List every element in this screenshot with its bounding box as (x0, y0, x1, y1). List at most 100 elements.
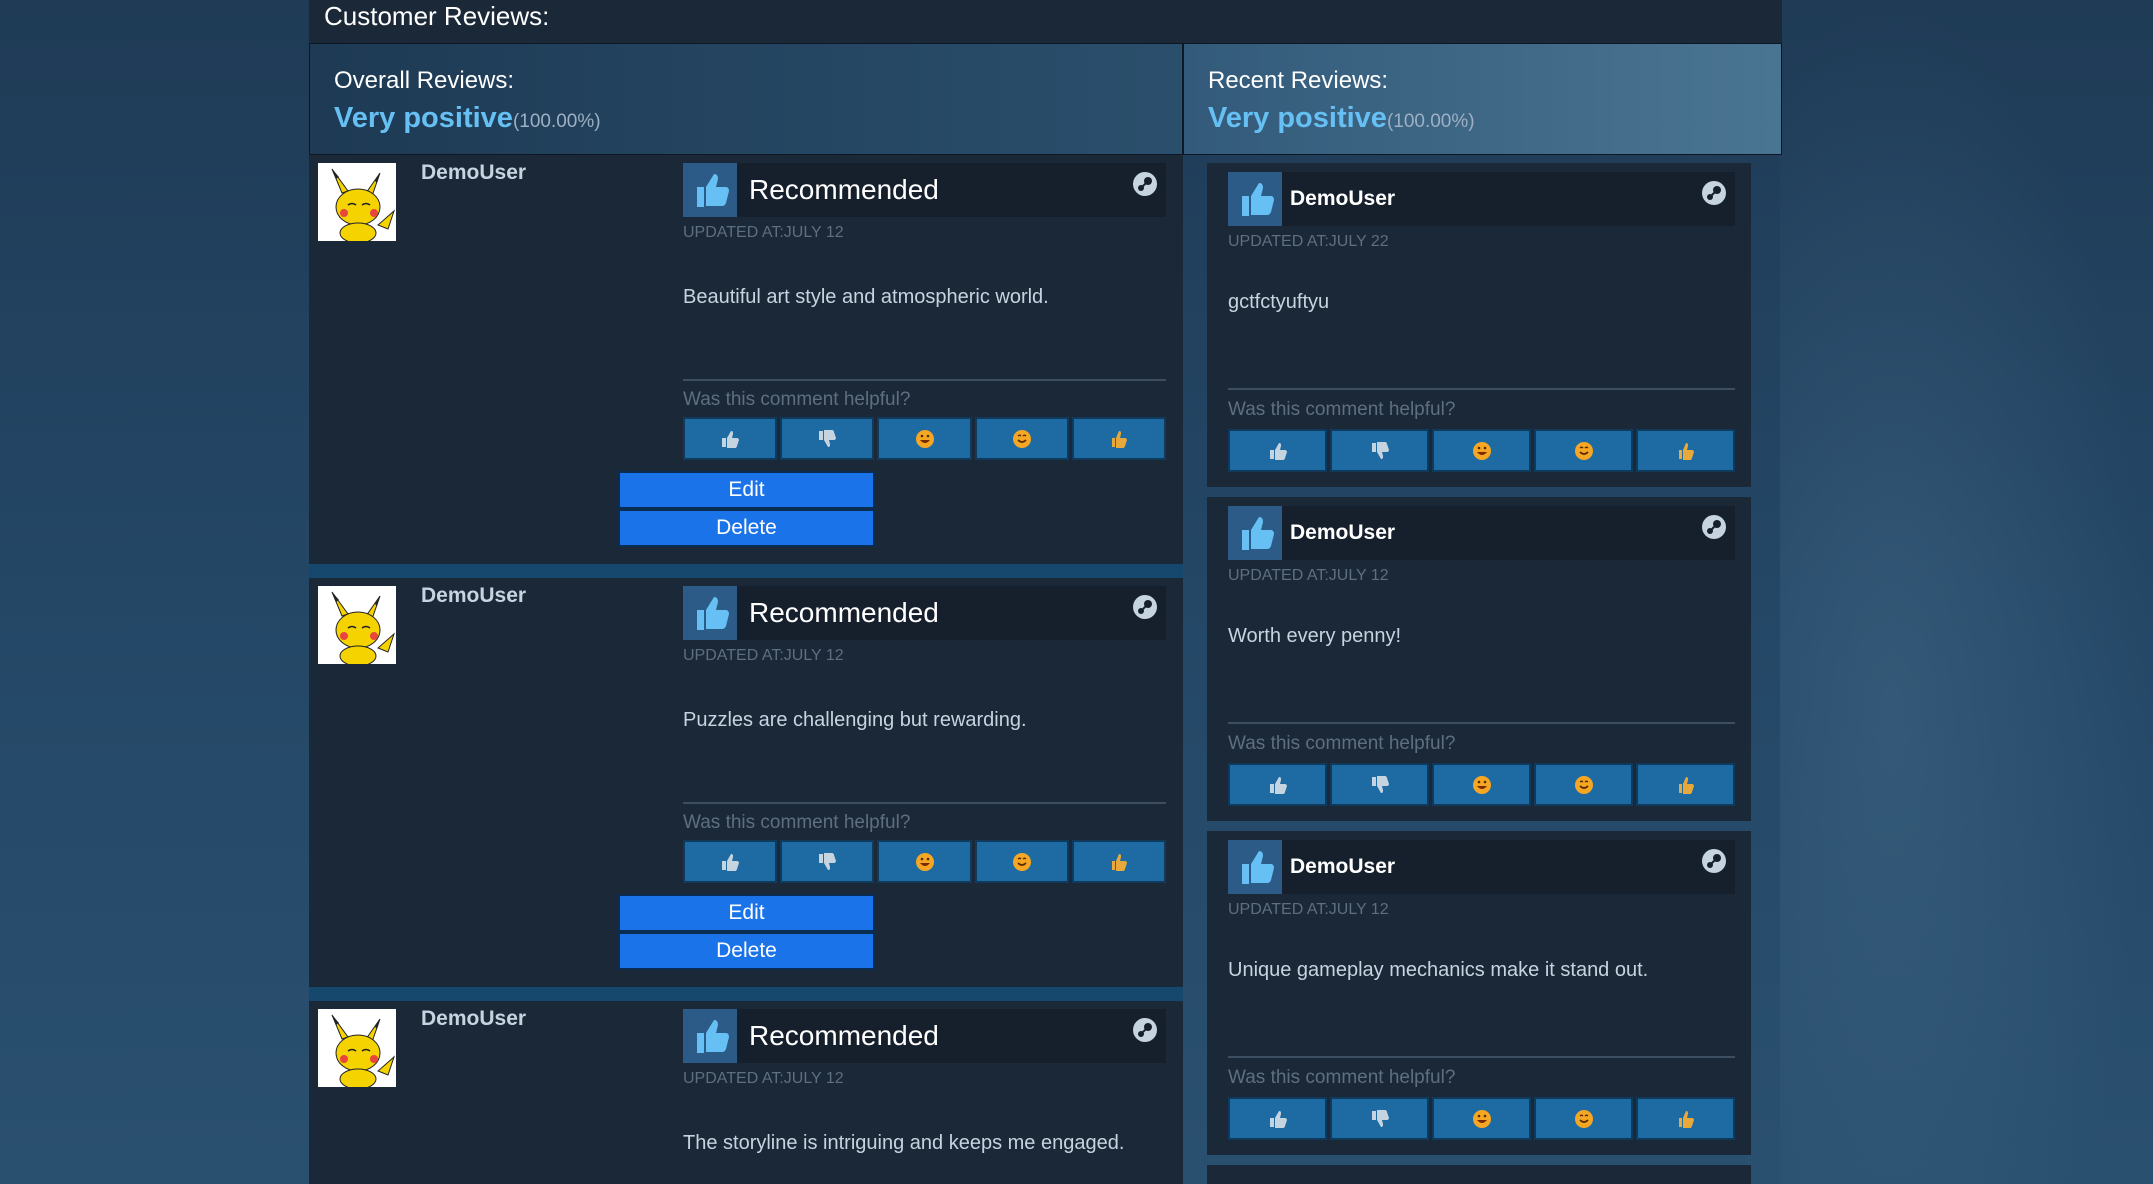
vote-award-button[interactable] (1636, 763, 1735, 806)
helpful-label: Was this comment helpful? (1228, 733, 1456, 754)
award-thumb-icon (1111, 430, 1127, 448)
avatar[interactable] (317, 585, 397, 665)
vote-smile-button[interactable] (1534, 1097, 1633, 1140)
recent-review-username[interactable]: DemoUser (1290, 187, 1395, 211)
award-thumb-icon (1111, 853, 1127, 871)
vote-helpful-button[interactable] (683, 417, 778, 460)
steam-icon (1133, 1018, 1157, 1042)
thumbs-up-icon (1269, 776, 1287, 794)
vote-funny-button[interactable] (1432, 763, 1531, 806)
avatar[interactable] (317, 162, 397, 242)
smile-emoji-icon (1012, 429, 1031, 448)
recent-review-text: Unique gameplay mechanics make it stand … (1228, 959, 1649, 981)
review-username[interactable]: DemoUser (421, 161, 526, 185)
thumbs-up-icon (1269, 442, 1287, 460)
helpful-vote-row (1228, 763, 1735, 806)
helpful-vote-row (683, 840, 1167, 883)
vote-smile-button[interactable] (974, 840, 1069, 883)
thumbs-down-icon (819, 429, 837, 447)
review-username[interactable]: DemoUser (421, 1007, 526, 1031)
avatar[interactable] (317, 1008, 397, 1088)
steam-icon (1702, 849, 1726, 873)
vote-award-button[interactable] (1636, 429, 1735, 472)
recent-rating: Very positive (1208, 102, 1387, 134)
edit-button[interactable]: Edit (618, 894, 875, 932)
review-text: The storyline is intriguing and keeps me… (683, 1132, 1125, 1154)
recent-review-header: DemoUser (1228, 172, 1735, 226)
helpful-label: Was this comment helpful? (1228, 1067, 1456, 1088)
recommendation-bar: Recommended (683, 1009, 1166, 1063)
vote-funny-button[interactable] (1432, 429, 1531, 472)
steam-icon (1133, 595, 1157, 619)
laugh-emoji-icon (1472, 1109, 1491, 1128)
vote-smile-button[interactable] (974, 417, 1069, 460)
smile-emoji-icon (1012, 852, 1031, 871)
review-updated-date: UPDATED AT:JULY 12 (683, 224, 844, 241)
recent-review-updated-date: UPDATED AT:JULY 12 (1228, 901, 1389, 918)
recent-review-header: DemoUser (1228, 840, 1735, 894)
review-card: DemoUser Recommended UPDATED AT:JULY 12 … (309, 155, 1183, 564)
thumbs-up-icon (683, 586, 737, 640)
vote-funny-button[interactable] (877, 417, 972, 460)
review-divider (309, 987, 1183, 1001)
vote-unhelpful-button[interactable] (1330, 429, 1429, 472)
vote-smile-button[interactable] (1534, 429, 1633, 472)
helpful-label: Was this comment helpful? (683, 389, 911, 410)
smile-emoji-icon (1574, 1109, 1593, 1128)
vote-unhelpful-button[interactable] (780, 417, 875, 460)
overall-rating: Very positive (334, 102, 513, 134)
review-username[interactable]: DemoUser (421, 584, 526, 608)
reviews-section: Customer Reviews: Overall Reviews: Very … (309, 0, 1782, 1184)
recommendation-bar: Recommended (683, 163, 1166, 217)
delete-button[interactable]: Delete (618, 932, 875, 970)
overall-reviews-label: Overall Reviews: (334, 67, 515, 94)
vote-helpful-button[interactable] (683, 840, 778, 883)
award-thumb-icon (1678, 776, 1694, 794)
recommendation-label: Recommended (749, 1020, 939, 1051)
helpful-vote-row (1228, 1097, 1735, 1140)
recent-review-text: Worth every penny! (1228, 625, 1402, 647)
award-thumb-icon (1678, 1110, 1694, 1128)
laugh-emoji-icon (1472, 775, 1491, 794)
recent-rating-line: Very positive(100.00%) (1208, 98, 1757, 142)
divider (1228, 388, 1735, 390)
review-card: DemoUser Recommended UPDATED AT:JULY 12 … (309, 1001, 1183, 1184)
vote-unhelpful-button[interactable] (1330, 1097, 1429, 1140)
vote-helpful-button[interactable] (1228, 429, 1327, 472)
delete-button[interactable]: Delete (618, 509, 875, 547)
vote-award-button[interactable] (1636, 1097, 1735, 1140)
overall-percent: (100.00%) (512, 111, 601, 132)
helpful-label: Was this comment helpful? (1228, 399, 1456, 420)
vote-unhelpful-button[interactable] (780, 840, 875, 883)
steam-icon (1702, 181, 1726, 205)
helpful-vote-row (1228, 429, 1735, 472)
recent-reviews-summary[interactable]: Recent Reviews: Very positive(100.00%) (1183, 43, 1782, 155)
vote-smile-button[interactable] (1534, 763, 1633, 806)
recent-review-username[interactable]: DemoUser (1290, 521, 1395, 545)
review-text: Puzzles are challenging but rewarding. (683, 709, 1027, 731)
vote-award-button[interactable] (1071, 840, 1167, 883)
helpful-vote-row (683, 417, 1167, 460)
vote-funny-button[interactable] (877, 840, 972, 883)
vote-unhelpful-button[interactable] (1330, 763, 1429, 806)
edit-button[interactable]: Edit (618, 471, 875, 509)
thumbs-up-icon (683, 163, 737, 217)
vote-helpful-button[interactable] (1228, 763, 1327, 806)
divider (683, 379, 1166, 381)
review-list: DemoUser Recommended UPDATED AT:JULY 12 … (309, 155, 1183, 1184)
vote-funny-button[interactable] (1432, 1097, 1531, 1140)
recent-review-username[interactable]: DemoUser (1290, 855, 1395, 879)
laugh-emoji-icon (915, 429, 934, 448)
recent-review-updated-date: UPDATED AT:JULY 22 (1228, 233, 1389, 250)
pikachu-avatar-icon (318, 586, 396, 664)
vote-helpful-button[interactable] (1228, 1097, 1327, 1140)
vote-award-button[interactable] (1071, 417, 1167, 460)
steam-icon (1133, 172, 1157, 196)
recent-percent: (100.00%) (1386, 111, 1475, 132)
review-updated-date: UPDATED AT:JULY 12 (683, 647, 844, 664)
overall-reviews-summary[interactable]: Overall Reviews: Very positive(100.00%) (309, 43, 1183, 155)
recent-reviews-label: Recent Reviews: (1208, 67, 1389, 94)
review-text: Beautiful art style and atmospheric worl… (683, 286, 1049, 308)
review-updated-date: UPDATED AT:JULY 12 (683, 1070, 844, 1087)
helpful-label: Was this comment helpful? (683, 812, 911, 833)
